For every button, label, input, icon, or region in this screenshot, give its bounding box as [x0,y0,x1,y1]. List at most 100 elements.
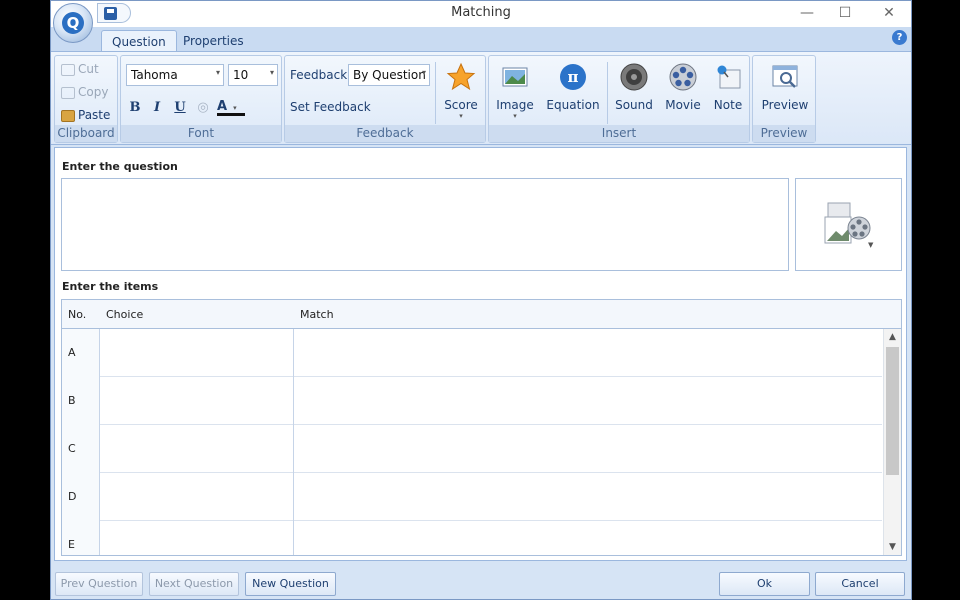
clipboard-group-label: Clipboard [55,125,117,142]
table-row: D [62,473,882,521]
title-bar: Matching — ☐ ✕ [51,1,911,27]
help-icon[interactable]: ? [892,30,907,45]
row-label: E [62,521,100,555]
equation-button[interactable]: π Equation [543,62,603,112]
paste-button[interactable]: Paste [61,106,110,124]
row-label: A [62,329,100,377]
clipboard-icon [61,109,75,122]
cut-button[interactable]: Cut [61,60,99,78]
next-question-button[interactable]: Next Question [149,572,239,596]
sound-button[interactable]: Sound [613,62,655,112]
italic-button[interactable]: I [147,98,167,118]
set-feedback-button[interactable]: Set Feedback [290,98,371,116]
choice-cell[interactable] [100,329,294,377]
star-icon [446,62,476,92]
preview-magnifier-icon [770,62,800,92]
choice-cell[interactable] [100,425,294,473]
cancel-button[interactable]: Cancel [815,572,905,596]
group-divider [435,62,436,124]
film-reel-icon [668,62,698,92]
items-section-label: Enter the items [62,280,159,293]
image-icon [500,62,530,92]
ribbon-tab-strip: Question Properties ? [51,27,911,51]
chevron-down-icon: ▾ [233,104,237,112]
insert-group: Image ▾ π Equation Sound Movie Note Inse… [488,55,750,143]
ok-button[interactable]: Ok [719,572,810,596]
feedback-group-label: Feedback [285,125,485,142]
choice-cell[interactable] [100,377,294,425]
scrollbar-thumb[interactable] [886,347,899,475]
feedback-group: Feedback: By Question ▾ Set Feedback Scor… [284,55,486,143]
question-text-input[interactable] [61,178,789,271]
scroll-up-icon[interactable]: ▲ [884,329,901,345]
tab-question[interactable]: Question [101,30,177,51]
underline-button[interactable]: U [170,98,190,118]
row-label: C [62,425,100,473]
bold-button[interactable]: B [125,98,145,118]
speaker-icon [619,62,649,92]
window-title: Matching [451,5,511,20]
note-pin-icon [713,62,743,92]
close-button[interactable]: ✕ [877,3,901,23]
score-button[interactable]: Score ▾ [441,62,481,120]
chevron-down-icon: ▾ [459,112,463,120]
clipboard-group: Cut Copy Paste Clipboard [54,55,118,143]
match-cell[interactable] [294,425,882,473]
app-logo-icon: Q [62,12,84,34]
preview-button[interactable]: Preview [759,62,811,112]
new-question-button[interactable]: New Question [245,572,336,596]
matching-dialog: Matching — ☐ ✕ Q Question Properties ? C… [50,0,912,600]
question-editor: Enter the question ▼ Enter the items No.… [54,147,907,561]
font-name-select[interactable]: Tahoma ▾ [126,64,224,86]
match-cell[interactable] [294,329,882,377]
table-row: E [62,521,882,555]
choice-cell[interactable] [100,473,294,521]
table-row: B [62,377,882,425]
match-cell[interactable] [294,377,882,425]
copy-button[interactable]: Copy [61,83,108,101]
table-scrollbar[interactable]: ▲ ▼ [883,329,901,555]
font-group: Tahoma ▾ 10 ▾ B I U ◎ A ▾ Font [120,55,282,143]
preview-group: Preview Preview [752,55,816,143]
highlight-icon[interactable]: ◎ [193,98,213,118]
preview-group-label: Preview [753,125,815,142]
save-icon[interactable] [104,7,117,20]
table-row: C [62,425,882,473]
ribbon: Cut Copy Paste Clipboard Tahoma ▾ 10 ▾ B I… [51,51,911,145]
maximize-button[interactable]: ☐ [833,3,857,23]
scroll-down-icon[interactable]: ▼ [884,539,901,555]
tab-properties[interactable]: Properties [173,30,254,51]
match-cell[interactable] [294,521,882,555]
match-cell[interactable] [294,473,882,521]
feedback-mode-select[interactable]: By Question ▾ [348,64,430,86]
image-button[interactable]: Image ▾ [495,62,535,120]
insert-group-label: Insert [489,125,749,142]
svg-text:π: π [568,68,579,86]
column-header-match: Match [294,300,901,329]
prev-question-button[interactable]: Prev Question [55,572,143,596]
svg-text:▼: ▼ [868,241,874,249]
scissors-icon [61,63,75,76]
items-table: No. Choice Match A B C D E ▲ ▼ [61,299,902,556]
choice-cell[interactable] [100,521,294,555]
row-label: D [62,473,100,521]
minimize-button[interactable]: — [795,3,819,23]
quick-access-toolbar [97,3,131,23]
font-size-select[interactable]: 10 ▾ [228,64,278,86]
movie-button[interactable]: Movie [661,62,705,112]
font-group-label: Font [121,125,281,142]
pi-icon: π [558,62,588,92]
chevron-down-icon: ▾ [215,68,220,77]
copy-icon [61,86,75,99]
row-label: B [62,377,100,425]
column-header-choice: Choice [100,300,294,329]
question-media-slot[interactable]: ▼ [795,178,902,271]
media-placeholder-icon: ▼ [824,202,874,249]
note-button[interactable]: Note [709,62,747,112]
table-row: A [62,329,882,377]
app-menu-button[interactable]: Q [53,3,93,43]
dialog-footer: Prev Question Next Question New Question… [51,567,911,599]
font-color-button[interactable]: A ▾ [217,98,245,116]
chevron-down-icon: ▾ [269,68,274,77]
feedback-label: Feedback: [290,68,352,82]
